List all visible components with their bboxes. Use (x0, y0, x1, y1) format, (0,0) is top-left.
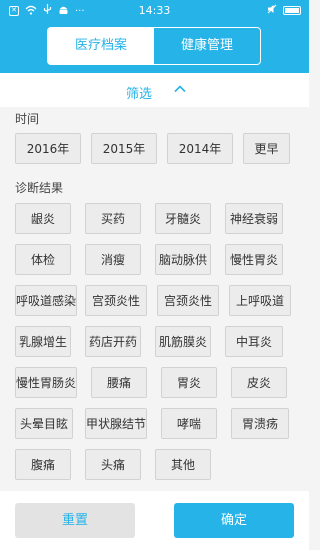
filter-panel: 时间 2016年 2015年 2014年 更早 诊断结果 龈炎 买药 牙髓炎 神… (0, 107, 309, 491)
mute-icon (267, 4, 277, 17)
time-option[interactable]: 2016年 (15, 133, 81, 164)
filter-label: 筛选 (126, 87, 153, 102)
diagnosis-option[interactable]: 腹痛 (15, 449, 71, 480)
diagnosis-option[interactable]: 神经衰弱 (225, 203, 283, 234)
time-option[interactable]: 更早 (243, 133, 290, 164)
diagnosis-option[interactable]: 药店开药 (85, 326, 141, 357)
diagnosis-option[interactable]: 体检 (15, 244, 71, 275)
diagnosis-option[interactable]: 脑动脉供 (155, 244, 211, 275)
time-option[interactable]: 2014年 (167, 133, 233, 164)
diagnosis-option[interactable]: 胃溃疡 (231, 408, 289, 439)
diagnosis-option[interactable]: 买药 (85, 203, 141, 234)
time-section-title: 时间 (15, 112, 40, 126)
diagnosis-option[interactable]: 牙髓炎 (155, 203, 211, 234)
chevron-up-icon (173, 81, 187, 95)
battery-icon (283, 6, 301, 15)
tab-health-management[interactable]: 健康管理 (154, 28, 260, 64)
diagnosis-option[interactable]: 宫颈炎性 (85, 285, 147, 316)
diagnosis-option[interactable]: 慢性胃肠炎 (15, 367, 77, 398)
diagnosis-option[interactable]: 头晕目眩 (15, 408, 73, 439)
action-bar: 重置 确定 (0, 491, 309, 550)
diagnosis-option[interactable]: 腰痛 (91, 367, 147, 398)
status-time: 14:33 (138, 4, 171, 17)
diagnosis-option[interactable]: 胃炎 (161, 367, 217, 398)
diagnosis-section-title: 诊断结果 (15, 181, 64, 195)
diagnosis-option[interactable]: 宫颈炎性 (157, 285, 219, 316)
diagnosis-option[interactable]: 头痛 (85, 449, 141, 480)
diagnosis-option[interactable]: 慢性胃炎 (225, 244, 283, 275)
tab-switcher: 医疗档案 健康管理 (47, 27, 261, 65)
confirm-button[interactable]: 确定 (174, 503, 294, 538)
tab-medical-records[interactable]: 医疗档案 (48, 28, 154, 64)
reset-button[interactable]: 重置 (15, 503, 135, 538)
time-option[interactable]: 2015年 (91, 133, 157, 164)
diagnosis-option[interactable]: 其他 (155, 449, 211, 480)
diagnosis-option[interactable]: 甲状腺结节 (85, 408, 147, 439)
diagnosis-option[interactable]: 呼吸道感染 (15, 285, 77, 316)
status-bar: ✕ ··· 14:33 (0, 0, 309, 20)
diagnosis-option[interactable]: 哮喘 (161, 408, 217, 439)
diagnosis-option[interactable]: 中耳炎 (225, 326, 283, 357)
diagnosis-option[interactable]: 龈炎 (15, 203, 71, 234)
diagnosis-option[interactable]: 消瘦 (85, 244, 141, 275)
diagnosis-option[interactable]: 乳腺增生 (15, 326, 71, 357)
diagnosis-option[interactable]: 上呼吸道 (229, 285, 291, 316)
diagnosis-option[interactable]: 皮炎 (231, 367, 287, 398)
filter-toggle[interactable]: 筛选 (0, 73, 309, 107)
header-bar: ✕ ··· 14:33 医疗档案 健康管理 (0, 0, 309, 73)
diagnosis-option[interactable]: 肌筋膜炎 (155, 326, 211, 357)
